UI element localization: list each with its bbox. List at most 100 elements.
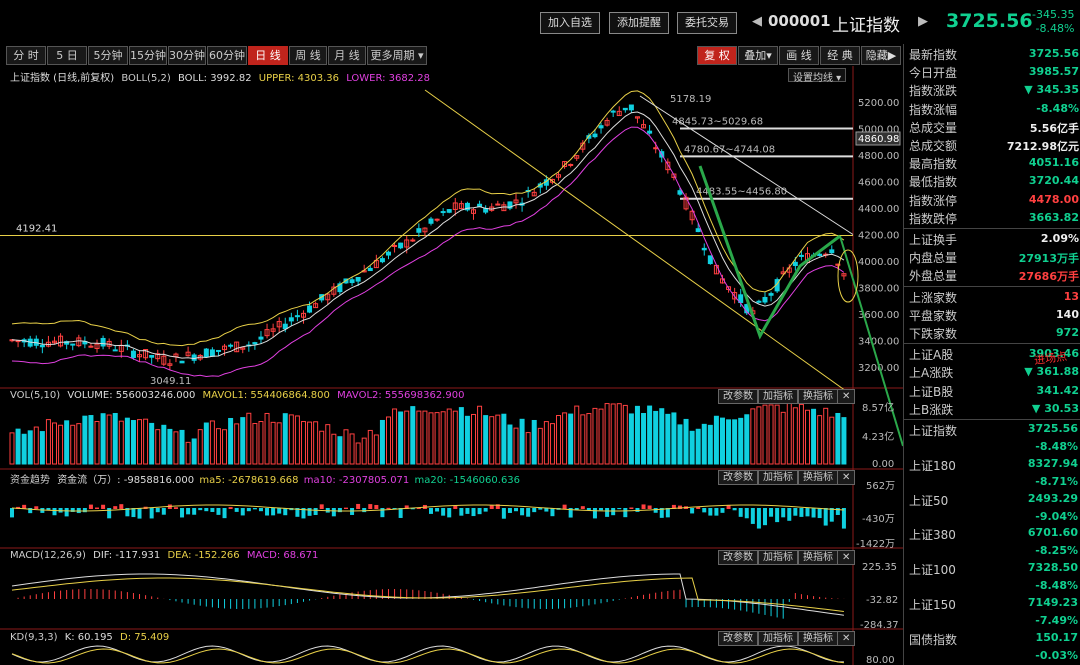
volume-bar [477, 405, 483, 465]
index-name[interactable]: 上证180 [909, 457, 956, 474]
volume-bar [537, 427, 543, 465]
fund-flow-bar [823, 508, 828, 526]
quote-row: 指数涨幅 -8.48% [904, 100, 1080, 118]
volume-bar [100, 413, 106, 465]
dea-value: DEA: -152.266 [167, 550, 240, 561]
adjust-button[interactable]: 复 权 [697, 46, 737, 65]
candle-body [707, 255, 713, 265]
index-value: 6701.60 [1027, 526, 1078, 540]
fund-params-button[interactable]: 改参数 [718, 470, 758, 485]
vol-close-icon[interactable]: ✕ [837, 389, 856, 404]
classic-button[interactable]: 经 典 [820, 46, 860, 65]
fund-flow-bar [265, 508, 270, 516]
macd-swap-indicator-button[interactable]: 换指标 [798, 550, 838, 565]
index-name[interactable]: 上证150 [909, 596, 956, 613]
kd-add-indicator-button[interactable]: 加指标 [758, 631, 798, 646]
prev-stock-arrow-icon[interactable]: ◀ [752, 14, 762, 29]
fund-close-icon[interactable]: ✕ [837, 470, 856, 485]
vol-swap-indicator-button[interactable]: 换指标 [798, 389, 838, 404]
kd-tick-label: 80.00 [866, 655, 895, 665]
volume-bar [276, 422, 282, 465]
tab-monthly[interactable]: 月 线 [328, 46, 366, 65]
trend-line [424, 89, 854, 397]
volume-bar [580, 414, 586, 465]
candle-body [100, 337, 106, 347]
macd-tick-label: -284.37 [860, 620, 899, 631]
fund-flow-bar [690, 508, 695, 514]
volume-bar [647, 405, 653, 465]
fund-flow-bar [702, 508, 707, 513]
volume-bar [203, 422, 209, 465]
fund-label: 资金趋势 [10, 475, 50, 486]
tab-15min[interactable]: 15分钟 [129, 46, 167, 65]
quote-value: 3985.57 [1028, 65, 1079, 79]
macd-add-indicator-button[interactable]: 加指标 [758, 550, 798, 565]
candle-body [792, 261, 798, 267]
index-name[interactable]: 国债指数 [909, 631, 957, 648]
fund-add-indicator-button[interactable]: 加指标 [758, 470, 798, 485]
kd-params-button[interactable]: 改参数 [718, 631, 758, 646]
fund-flow-bar [210, 508, 215, 512]
volume-bar [379, 419, 385, 465]
fund-flow-bar [738, 508, 743, 517]
kd-swap-indicator-button[interactable]: 换指标 [798, 631, 838, 646]
volume-bar [58, 424, 64, 465]
tab-more-periods[interactable]: 更多周期 ▾ [367, 46, 427, 65]
fund-flow-bar [817, 508, 822, 519]
fund-flow-bar [787, 508, 792, 521]
candle-body [228, 344, 234, 347]
fund-flow-bar [720, 508, 725, 513]
draw-line-button[interactable]: 画 线 [779, 46, 819, 65]
fund-flow-bar [617, 508, 622, 510]
quote-row: 外盘总量 27686万手 [904, 266, 1080, 284]
macd-close-icon[interactable]: ✕ [837, 550, 856, 565]
stock-price: 3725.56 [946, 10, 1033, 32]
volume-bar [70, 424, 76, 465]
tab-5day[interactable]: 5 日 [47, 46, 87, 65]
volume-bar [52, 422, 58, 465]
quote-label: 内盘总量 [909, 251, 958, 266]
volume-bar [385, 416, 391, 465]
volume-bar [726, 419, 732, 465]
index-value: 2493.29 [1027, 491, 1078, 505]
fund-swap-indicator-button[interactable]: 换指标 [798, 470, 838, 485]
candle-body [756, 300, 762, 303]
delegate-trade-button[interactable]: 委托交易 [677, 12, 737, 34]
macd-params-button[interactable]: 改参数 [718, 550, 758, 565]
add-alert-button[interactable]: 添加提醒 [609, 12, 669, 34]
hide-button[interactable]: 隐藏▶ [861, 46, 901, 65]
volume-bar [258, 421, 264, 465]
index-name[interactable]: 上证100 [909, 561, 956, 578]
fund-flow-bar [841, 508, 846, 529]
tab-daily[interactable]: 日 线 [248, 46, 288, 65]
index-name[interactable]: 上证380 [909, 526, 956, 543]
kd-close-icon[interactable]: ✕ [837, 631, 856, 646]
add-watchlist-button[interactable]: 加入自选 [540, 12, 600, 34]
ma-settings-button[interactable]: 设置均线 ▾ [788, 68, 847, 84]
overlay-button[interactable]: 叠加▾ [738, 46, 778, 65]
quote-label: 最低指数 [909, 175, 958, 190]
volume-bar [519, 418, 525, 465]
tab-intraday[interactable]: 分 时 [6, 46, 46, 65]
quote-label: 最新指数 [909, 48, 958, 62]
low-label: 3049.11 [150, 376, 191, 387]
index-change-pct: -9.04% [1035, 509, 1078, 523]
tab-5min[interactable]: 5分钟 [88, 46, 128, 65]
kline-chart-area[interactable]: 5200.00 5000.00 4800.00 4600.00 4400.00 4200.… [0, 66, 903, 665]
volume-bar [240, 417, 246, 465]
fund-flow-bar [459, 508, 464, 516]
fund-flow-bar [429, 508, 433, 514]
volume-bar [671, 412, 677, 465]
vol-params-button[interactable]: 改参数 [718, 389, 758, 404]
fund-flow-bar [10, 508, 14, 518]
next-stock-arrow-icon[interactable]: ▶ [918, 14, 928, 29]
candle-body [191, 354, 197, 361]
quote-label: 外盘总量 [909, 269, 958, 284]
kline-chart-svg[interactable]: 5200.005000.004800.004600.004400.004200.… [0, 66, 903, 665]
vol-add-indicator-button[interactable]: 加指标 [758, 389, 798, 404]
index-name[interactable]: 上证指数 [909, 422, 957, 439]
tab-weekly[interactable]: 周 线 [289, 46, 327, 65]
index-name[interactable]: 上证50 [909, 492, 948, 509]
tab-60min[interactable]: 60分钟 [207, 46, 247, 65]
tab-30min[interactable]: 30分钟 [168, 46, 206, 65]
